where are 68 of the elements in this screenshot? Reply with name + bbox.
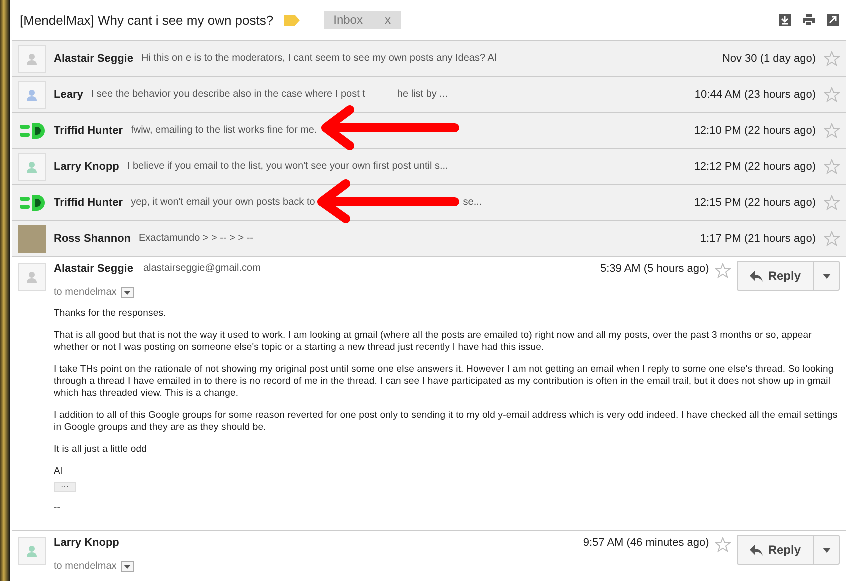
- show-quoted-button[interactable]: ···: [54, 482, 76, 492]
- avatar-silhouette-icon: [18, 263, 46, 291]
- recipient-text: to mendelmax: [54, 287, 117, 298]
- message-row[interactable]: Alastair Seggie Hi this on e is to the moderators, I cant seem to see my own posts any Ideas? Al Nov 30 (1 day ago): [12, 40, 846, 76]
- message-row[interactable]: Triffid Hunter yep, it won't email your own posts back to se... 12:15 PM (22 hours ago): [12, 184, 846, 220]
- message-snippet: Hi this on e is to the moderators, I cant seem to see my own posts any Ideas? Al: [141, 53, 497, 64]
- avatar-silhouette-icon: [18, 152, 46, 180]
- sender-name: Larry Knopp: [54, 160, 120, 172]
- message-paragraph: I take THs point on the rationale of not showing my original post until some one else answers it. However I am not getting an email when I reply to some one else's thread. So looking through a thread I have emailed in to there is no record of me in the thread. I can see I have participated as my contribution is often in the email trail, but it does not show up in gmail which has threaded view. This is a change.: [54, 364, 835, 400]
- message-snippet: I believe if you email to the list, you won't see your own first post until s...: [127, 161, 448, 172]
- star-icon[interactable]: [715, 263, 732, 279]
- star-icon[interactable]: [824, 158, 840, 174]
- message-time: 12:15 PM (22 hours ago): [694, 196, 816, 208]
- reply-arrow-icon: [750, 544, 764, 556]
- caret-icon: [822, 548, 830, 552]
- label-tag-icon[interactable]: [284, 14, 300, 26]
- message-time: 10:44 AM (23 hours ago): [694, 88, 816, 100]
- reply-arrow-icon: [750, 270, 764, 282]
- thread-subject: [MendelMax] Why cant i see my own posts?: [20, 12, 274, 28]
- message-paragraph: Al: [54, 466, 64, 478]
- message-paragraph: That is all good but that is not the way it used to work. I am looking at gmail (where all the posts are emailed to) right now and all my posts, over the past 3 months or so, appear whether or not I was posting on someone else's topic or a starting a new thread just recently I have had this issue.: [54, 330, 813, 354]
- star-icon[interactable]: [824, 122, 840, 138]
- message-row[interactable]: Triffid Hunter fwiw, emailing to the list works fine for me. 12:10 PM (22 hours ago): [12, 112, 846, 148]
- download-icon[interactable]: [778, 13, 792, 27]
- message-snippet: he list by ...: [397, 89, 448, 100]
- star-icon[interactable]: [824, 194, 840, 210]
- star-icon[interactable]: [824, 230, 840, 246]
- message-snippet: I see the behavior you describe also in the case where I post t: [91, 89, 366, 100]
- caret-icon: [124, 564, 131, 568]
- caret-icon: [124, 290, 131, 294]
- details-dropdown-button[interactable]: [120, 287, 134, 298]
- sender-name: Triffid Hunter: [54, 124, 124, 136]
- sender-email: alastairseggie@gmail.com: [143, 263, 261, 274]
- avatar-silhouette-icon: [18, 44, 46, 72]
- message-time: Nov 30 (1 day ago): [722, 52, 816, 64]
- message-time: 12:10 PM (22 hours ago): [694, 124, 816, 136]
- avatar-silhouette-icon: [18, 537, 46, 565]
- signature-text: --: [54, 502, 62, 514]
- sender-name: Alastair Seggie: [54, 263, 134, 275]
- star-icon[interactable]: [824, 86, 840, 102]
- message-time: 12:12 PM (22 hours ago): [694, 160, 816, 172]
- new-window-icon[interactable]: [826, 13, 840, 27]
- message-time: 9:57 AM (46 minutes ago): [583, 537, 710, 549]
- message-snippet: se...: [463, 197, 482, 208]
- message-paragraph: Thanks for the responses.: [54, 308, 168, 320]
- message-paragraph: It is all just a little odd: [54, 444, 148, 456]
- caret-icon: [822, 274, 830, 278]
- print-icon[interactable]: [802, 13, 816, 27]
- message-paragraph: I addition to all of this Google groups for some reason reverted for one post only to sending it to my old y-email address which is very odd indeed. I have checked all the email settings in Google groups and they are as they should be.: [54, 410, 839, 434]
- message-row[interactable]: Leary I see the behavior you describe also in the case where I post t he list by ... 10:44 AM (23 hours ago): [12, 76, 846, 112]
- message-row[interactable]: Ross Shannon Exactamundo > > -- > > -- 1:17 PM (21 hours ago): [12, 220, 846, 256]
- sender-name: Ross Shannon: [54, 232, 132, 244]
- recipient-text: to mendelmax: [54, 561, 117, 572]
- label-text: Inbox: [334, 13, 363, 27]
- sender-name: Alastair Seggie: [54, 52, 134, 64]
- star-icon[interactable]: [824, 50, 840, 66]
- details-dropdown-button[interactable]: [120, 561, 134, 572]
- sender-name: Triffid Hunter: [54, 196, 124, 208]
- message-time: 1:17 PM (21 hours ago): [700, 232, 816, 244]
- star-icon[interactable]: [715, 537, 732, 553]
- sender-name: Larry Knopp: [54, 537, 120, 549]
- message-snippet: Exactamundo > > -- > > --: [139, 233, 254, 244]
- sender-name: Leary: [54, 88, 84, 100]
- avatar-silhouette-icon: [18, 80, 46, 108]
- message-snippet: fwiw, emailing to the list works fine for me.: [131, 125, 318, 136]
- message-snippet: yep, it won't email your own posts back to: [131, 197, 316, 208]
- message-time: 5:39 AM (5 hours ago): [600, 263, 710, 275]
- message-row[interactable]: Larry Knopp I believe if you email to the list, you won't see your own first post until s... 12:12 PM (22 hours ago): [12, 148, 846, 184]
